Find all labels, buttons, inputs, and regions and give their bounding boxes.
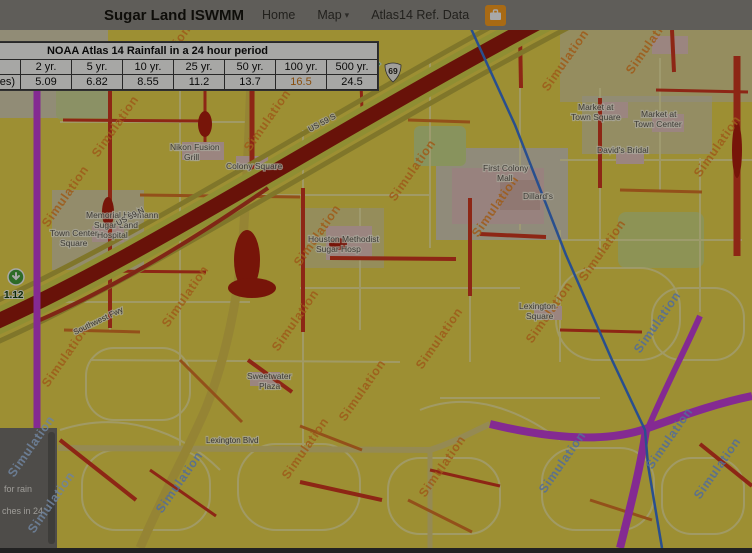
map-label: Grill	[184, 152, 199, 162]
rainfall-value: 8.55	[123, 75, 174, 90]
rainfall-col-header: 5 yr.	[72, 60, 123, 75]
chevron-down-icon: ▾	[345, 10, 350, 21]
nav-home-label: Home	[262, 8, 295, 22]
map-label: Colony Square	[226, 161, 283, 171]
map-label: Market at	[641, 109, 677, 119]
briefcase-button[interactable]	[485, 5, 506, 26]
map-label: Plaza	[259, 381, 281, 391]
rainfall-col-header: 2 yr.	[21, 60, 72, 75]
nav-home[interactable]: Home	[262, 8, 295, 22]
rainfall-value: 16.5	[276, 75, 327, 90]
marker-value-label: 1.12	[4, 290, 24, 301]
map-canvas[interactable]: for rain ches in 24 SimulationSimulation…	[0, 30, 752, 548]
briefcase-icon	[489, 9, 502, 21]
app-header: Sugar Land ISWMM Home Map ▾ Atlas14 Ref.…	[0, 0, 752, 30]
rain-gauge-marker[interactable]	[8, 269, 24, 285]
rainfall-table-title: NOAA Atlas 14 Rainfall in a 24 hour peri…	[0, 43, 378, 60]
map-label: Market at	[578, 102, 614, 112]
rainfall-col-header: 50 yr.	[225, 60, 276, 75]
rainfall-value: 11.2	[174, 75, 225, 90]
rainfall-row-label: (inches)	[0, 75, 21, 90]
nav-map[interactable]: Map ▾	[317, 8, 349, 22]
rainfall-col-header: 100 yr.	[276, 60, 327, 75]
map-label: Sugar Hosp	[316, 244, 361, 254]
map-label: Dillard's	[523, 191, 553, 201]
map-label: Houston Methodist	[308, 234, 380, 244]
shield-label: 69	[388, 66, 398, 76]
nav-atlas14-label: Atlas14 Ref. Data	[371, 8, 469, 22]
map-label: Lexington Blvd	[206, 436, 258, 445]
rainfall-value: 6.82	[72, 75, 123, 90]
map-label: Square	[60, 238, 88, 248]
map-label: Lexington	[519, 301, 556, 311]
rainfall-value: 5.09	[21, 75, 72, 90]
nav-map-label: Map	[317, 8, 341, 22]
map-label: Hospital	[97, 230, 128, 240]
map-label: Town Square	[571, 112, 621, 122]
rainfall-value: 13.7	[225, 75, 276, 90]
map-label: Mall	[497, 173, 513, 183]
rainfall-col-header	[0, 60, 21, 75]
rainfall-table: NOAA Atlas 14 Rainfall in a 24 hour peri…	[0, 42, 378, 90]
map-label: Sweetwater	[247, 371, 292, 381]
map-label: Town Center	[634, 119, 682, 129]
rainfall-value: 24.5	[327, 75, 378, 90]
rainfall-col-header: 25 yr.	[174, 60, 225, 75]
top-nav: Home Map ▾ Atlas14 Ref. Data	[262, 8, 469, 22]
legend-text: for rain	[4, 484, 32, 494]
rainfall-col-header: 500 yr.	[327, 60, 378, 75]
map-label: Town Center	[50, 228, 98, 238]
map-label: First Colony	[483, 163, 529, 173]
map-label: Square	[526, 311, 554, 321]
rainfall-col-header: 10 yr.	[123, 60, 174, 75]
map-svg: for rain ches in 24 SimulationSimulation…	[0, 30, 752, 548]
app-title: Sugar Land ISWMM	[104, 7, 244, 24]
nav-atlas14-ref-data[interactable]: Atlas14 Ref. Data	[371, 8, 469, 22]
map-label: Nikon Fusion	[170, 142, 220, 152]
map-label: David's Bridal	[597, 145, 649, 155]
